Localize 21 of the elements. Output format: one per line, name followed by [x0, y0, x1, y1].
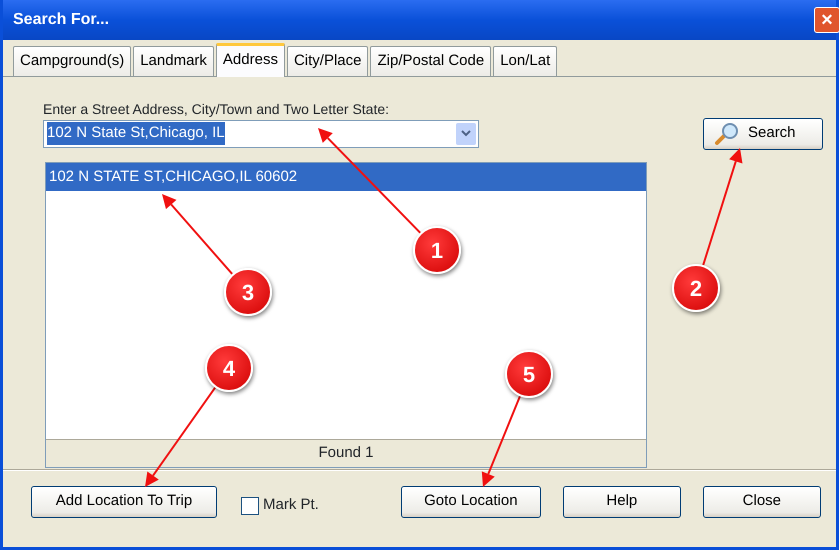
close-button[interactable]: Close [702, 486, 821, 518]
checkbox-label: Mark Pt. [263, 495, 319, 516]
window-title: Search For... [13, 10, 110, 30]
mark-point-checkbox[interactable] [241, 496, 259, 514]
help-button[interactable]: Help [562, 486, 681, 518]
magnifier-icon [714, 122, 740, 146]
callout-marker: 2 [672, 264, 720, 312]
address-combo-box[interactable]: 102 N State St,Chicago, IL [43, 120, 479, 148]
tab[interactable]: Landmark [133, 46, 214, 76]
result-item[interactable]: 102 N STATE ST,CHICAGO,IL 60602 [46, 162, 646, 191]
results-count: Found 1 [46, 439, 646, 466]
field-label: Enter a Street Address, City/Town and Two Letter State: [43, 100, 390, 119]
tab[interactable]: Lon/Lat [493, 46, 558, 76]
tab[interactable]: City/Place [286, 46, 368, 76]
tab[interactable]: Campground(s) [13, 46, 132, 76]
close-button[interactable]: × [814, 7, 839, 33]
search-button[interactable]: Search [703, 118, 823, 150]
tab[interactable]: Address [216, 43, 285, 76]
tab[interactable]: Zip/Postal Code [370, 46, 492, 76]
goto-location-button[interactable]: Goto Location [400, 486, 541, 518]
add-location-to-trip-button[interactable]: Add Location To Trip [31, 486, 217, 518]
